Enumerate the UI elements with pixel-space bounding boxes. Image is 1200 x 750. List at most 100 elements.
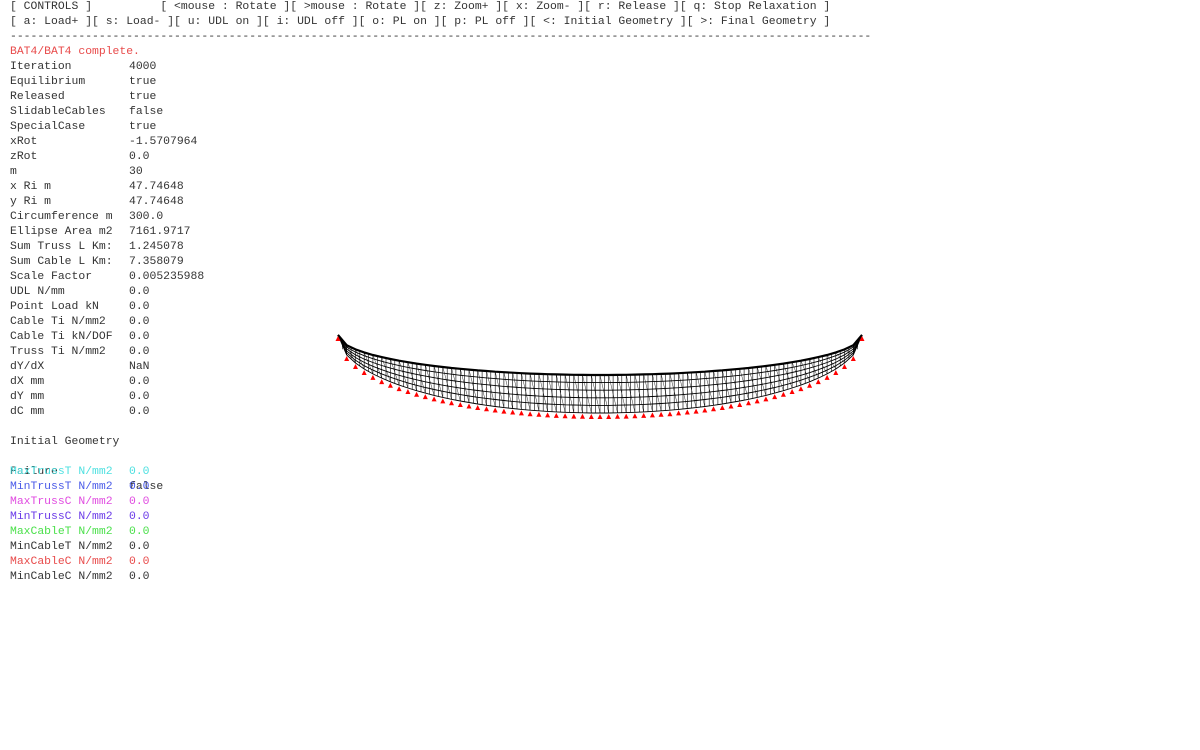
stress-label: MinTrussC N/mm2 bbox=[10, 511, 113, 523]
stress-value: 0.0 bbox=[129, 511, 150, 523]
stress-value: 0.0 bbox=[129, 556, 150, 568]
stress-value: 0.0 bbox=[129, 496, 150, 508]
stat-value: 0.0 bbox=[129, 316, 150, 328]
support-marker bbox=[475, 405, 481, 410]
support-marker bbox=[606, 414, 612, 419]
stat-value: 0.0 bbox=[129, 331, 150, 343]
stress-value: 0.0 bbox=[129, 541, 150, 553]
stat-label: x Ri m bbox=[10, 181, 52, 193]
controls-line-2: [ a: Load+ ][ s: Load- ][ u: UDL on ][ i… bbox=[10, 16, 831, 28]
support-marker bbox=[615, 413, 620, 419]
stat-label: Scale Factor bbox=[10, 271, 93, 283]
support-marker bbox=[536, 411, 542, 417]
support-marker bbox=[684, 409, 690, 415]
structure-viewport[interactable] bbox=[330, 320, 870, 430]
stat-value: -1.5707964 bbox=[129, 136, 198, 148]
support-marker bbox=[711, 406, 716, 412]
stat-label: Cable Ti N/mm2 bbox=[10, 316, 106, 328]
support-marker bbox=[833, 370, 839, 375]
support-marker bbox=[440, 398, 446, 404]
stat-value: 0.0 bbox=[129, 406, 150, 418]
support-marker bbox=[370, 374, 376, 380]
stat-label: dY mm bbox=[10, 391, 45, 403]
support-marker bbox=[466, 403, 472, 409]
support-marker bbox=[553, 412, 559, 418]
status-message: BAT4/BAT4 complete. bbox=[10, 46, 140, 58]
stress-label: MinCableC N/mm2 bbox=[10, 571, 113, 583]
support-marker bbox=[667, 411, 673, 417]
stat-label: dY/dX bbox=[10, 361, 45, 373]
stat-label: SlidableCables bbox=[10, 106, 106, 118]
stress-value: 0.0 bbox=[129, 571, 150, 583]
stat-value: true bbox=[129, 91, 157, 103]
stat-label: Sum Cable L Km: bbox=[10, 256, 113, 268]
stat-value: 0.0 bbox=[129, 151, 150, 163]
support-marker bbox=[510, 409, 516, 415]
stat-label: Cable Ti kN/DOF bbox=[10, 331, 113, 343]
stat-value: false bbox=[129, 106, 164, 118]
support-marker bbox=[361, 370, 367, 375]
support-marker bbox=[737, 402, 743, 407]
support-marker bbox=[780, 391, 786, 397]
stat-value: 30 bbox=[129, 166, 143, 178]
support-marker bbox=[632, 413, 638, 419]
stat-value: 0.0 bbox=[129, 346, 150, 358]
support-marker bbox=[815, 379, 821, 385]
support-marker bbox=[824, 374, 830, 380]
stat-label: xRot bbox=[10, 136, 38, 148]
geometry-heading: Initial Geometry bbox=[10, 436, 120, 448]
stat-label: Equilibrium bbox=[10, 76, 86, 88]
support-marker bbox=[676, 410, 682, 416]
support-marker bbox=[422, 394, 428, 400]
support-marker bbox=[492, 407, 498, 413]
stat-label: dX mm bbox=[10, 376, 45, 388]
stat-label: Circumference m bbox=[10, 211, 113, 223]
support-marker bbox=[807, 382, 813, 388]
stat-label: Ellipse Area m2 bbox=[10, 226, 113, 238]
support-marker bbox=[379, 379, 385, 385]
stat-value: 7.358079 bbox=[129, 256, 184, 268]
controls-line-1: [ CONTROLS ] [ <mouse : Rotate ][ >mouse… bbox=[10, 1, 831, 13]
stat-value: 47.74648 bbox=[129, 181, 184, 193]
support-marker bbox=[649, 412, 655, 418]
support-marker bbox=[562, 413, 568, 419]
stat-value: 0.0 bbox=[129, 391, 150, 403]
stat-value: 300.0 bbox=[129, 211, 164, 223]
stress-value: 0.0 bbox=[129, 466, 150, 478]
support-marker bbox=[789, 389, 795, 394]
stress-label: MaxCableT N/mm2 bbox=[10, 526, 113, 538]
support-marker bbox=[772, 394, 778, 400]
support-marker bbox=[449, 400, 454, 406]
stat-label: Point Load kN bbox=[10, 301, 99, 313]
support-marker bbox=[728, 403, 734, 409]
stat-value: 0.0 bbox=[129, 376, 150, 388]
stat-label: y Ri m bbox=[10, 196, 52, 208]
stress-label: MinTrussT N/mm2 bbox=[10, 481, 113, 493]
mesh-group bbox=[335, 334, 865, 419]
stat-value: 0.005235988 bbox=[129, 271, 205, 283]
stat-value: true bbox=[129, 121, 157, 133]
support-marker bbox=[545, 412, 551, 418]
support-marker bbox=[484, 406, 489, 412]
stress-value: 0.0 bbox=[129, 526, 150, 538]
stat-value: true bbox=[129, 76, 157, 88]
stat-label: dC mm bbox=[10, 406, 45, 418]
support-marker bbox=[588, 414, 594, 419]
support-marker bbox=[719, 405, 725, 410]
stat-label: Released bbox=[10, 91, 65, 103]
stat-value: 1.245078 bbox=[129, 241, 184, 253]
support-marker bbox=[658, 411, 664, 417]
stat-label: Sum Truss L Km: bbox=[10, 241, 113, 253]
support-marker bbox=[457, 402, 463, 407]
stat-label: UDL N/mm bbox=[10, 286, 65, 298]
support-marker bbox=[597, 414, 603, 419]
support-marker bbox=[571, 413, 577, 419]
support-marker bbox=[754, 398, 760, 404]
support-marker bbox=[798, 386, 804, 392]
stress-label: MinCableT N/mm2 bbox=[10, 541, 113, 553]
stat-value: 0.0 bbox=[129, 286, 150, 298]
support-marker bbox=[623, 413, 629, 419]
controls-separator: ----------------------------------------… bbox=[10, 31, 872, 43]
support-marker bbox=[580, 413, 585, 419]
support-marker bbox=[702, 407, 708, 413]
